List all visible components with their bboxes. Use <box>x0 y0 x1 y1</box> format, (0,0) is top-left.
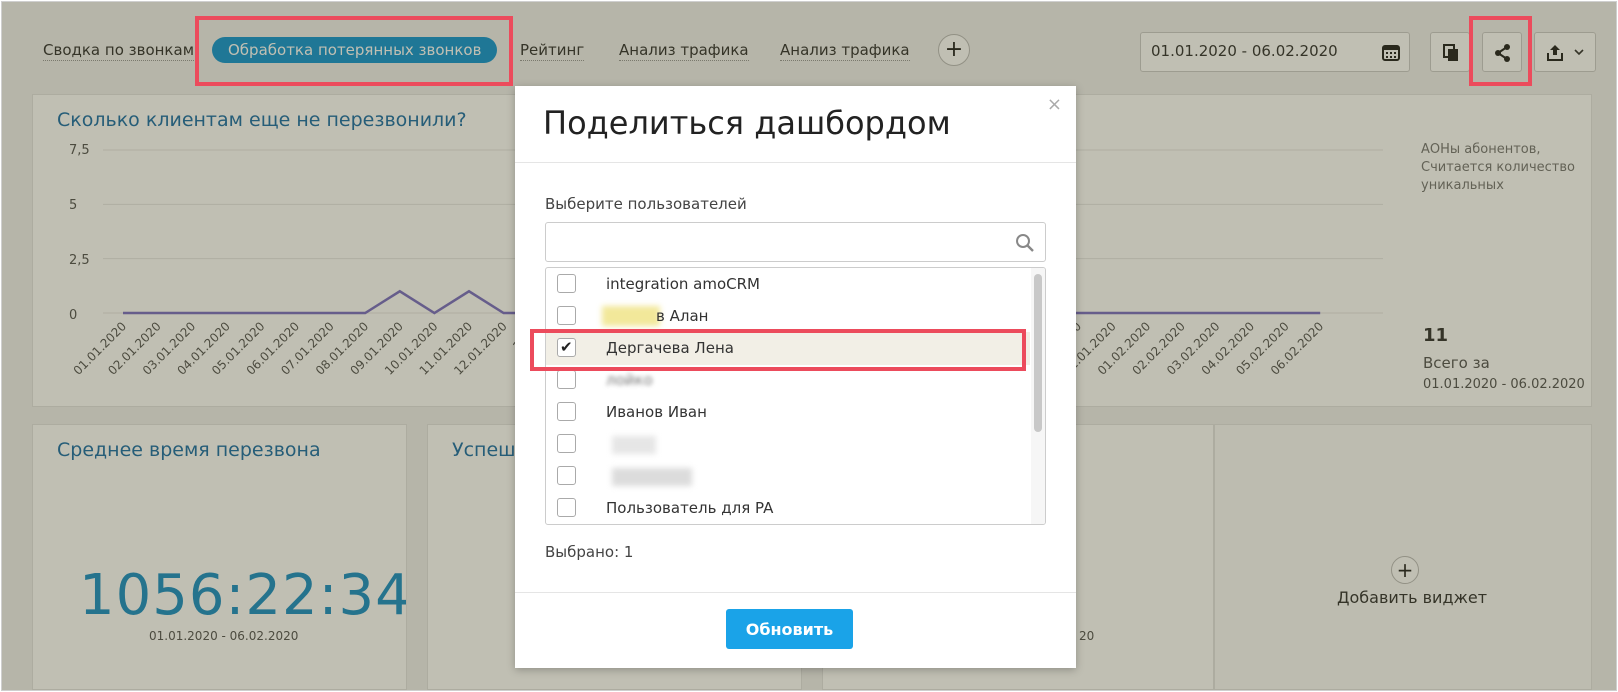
user-name: Пользователь для PA <box>606 499 774 517</box>
modal-title: Поделиться дашбордом <box>543 104 951 142</box>
selected-count: Выбрано: 1 <box>545 543 634 561</box>
users-list: integration amoCRM в Алан ✔ Дергачева Ле… <box>545 267 1046 525</box>
user-name-blurred: лойко <box>606 371 653 389</box>
close-icon[interactable]: × <box>1047 94 1062 115</box>
blurred-name-part <box>602 306 660 326</box>
user-checkbox[interactable] <box>557 434 576 453</box>
user-checkbox[interactable] <box>557 466 576 485</box>
list-item[interactable]: в Алан <box>546 300 1030 333</box>
list-item[interactable]: лойко <box>546 364 1030 397</box>
user-name: в Алан <box>656 307 709 325</box>
list-item[interactable]: Иванов Иван <box>546 396 1030 429</box>
dashboard-screen: Сводка по звонкам Обработка потерянных з… <box>1 1 1617 691</box>
scrollbar-thumb[interactable] <box>1034 274 1042 432</box>
user-checkbox[interactable] <box>557 306 576 325</box>
modal-footer-divider <box>515 592 1076 593</box>
list-item[interactable] <box>546 460 1030 493</box>
list-scrollbar[interactable] <box>1031 268 1045 524</box>
user-checkbox-checked[interactable]: ✔ <box>557 338 576 357</box>
user-checkbox[interactable] <box>557 402 576 421</box>
blurred-name <box>612 468 692 486</box>
user-checkbox[interactable] <box>557 498 576 517</box>
list-item[interactable]: integration amoCRM <box>546 268 1030 301</box>
user-search-box[interactable] <box>545 222 1046 262</box>
check-icon: ✔ <box>560 338 573 356</box>
search-icon <box>1016 234 1034 252</box>
user-checkbox[interactable] <box>557 274 576 293</box>
user-checkbox[interactable] <box>557 370 576 389</box>
update-button[interactable]: Обновить <box>726 609 853 649</box>
share-dashboard-modal: Поделиться дашбордом × Выберите пользова… <box>515 86 1076 668</box>
modal-header-divider <box>515 162 1076 163</box>
user-search-input[interactable] <box>554 223 998 261</box>
user-name: integration amoCRM <box>606 275 760 293</box>
blurred-name <box>612 436 656 454</box>
user-name: Иванов Иван <box>606 403 707 421</box>
user-name: Дергачева Лена <box>606 339 734 357</box>
select-users-label: Выберите пользователей <box>545 195 747 213</box>
list-item[interactable]: Пользователь для PA <box>546 492 1030 524</box>
list-item-selected[interactable]: ✔ Дергачева Лена <box>546 332 1030 365</box>
list-item[interactable] <box>546 428 1030 461</box>
